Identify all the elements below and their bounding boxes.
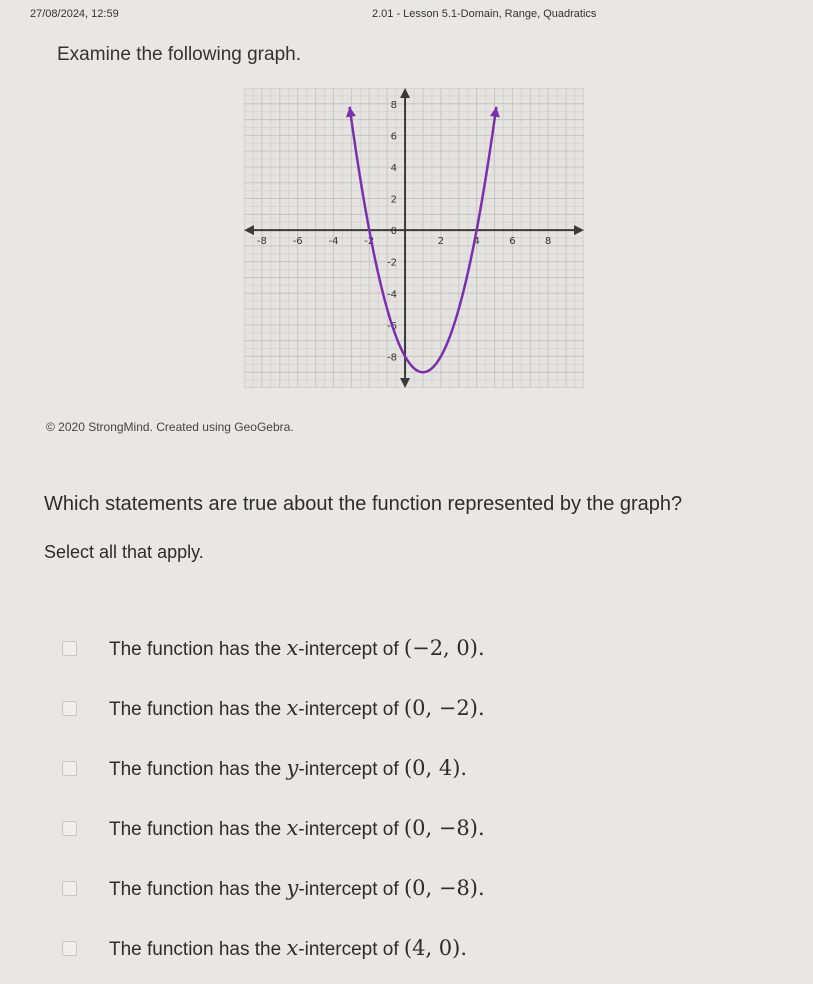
option-1-label: The function has the x-intercept of (−2,… [109, 636, 485, 661]
parabola-graph: -8 -6 -4 -2 2 4 6 8 8 6 4 2 0 -2 -4 -6 -8 [244, 88, 584, 388]
option-4-var: x [286, 815, 299, 840]
y-tick-label: 8 [391, 100, 397, 111]
x-tick-label: 2 [438, 236, 444, 247]
x-tick-label: -8 [257, 236, 267, 247]
y-tick-label: 4 [391, 163, 397, 174]
instruction-text: Select all that apply. [44, 542, 204, 562]
option-1-var: x [286, 635, 299, 660]
option-5-point: (0, −8). [403, 875, 485, 900]
option-6-point: (4, 0). [403, 935, 468, 960]
option-2-label: The function has the x-intercept of (0, … [109, 696, 485, 721]
prompt-text: Examine the following graph. [57, 44, 301, 65]
option-6[interactable]: The function has the x-intercept of (4, … [62, 918, 762, 978]
print-header: 27/08/2024, 12:59 2.01 - Lesson 5.1-Doma… [30, 8, 783, 24]
option-6-label: The function has the x-intercept of (4, … [109, 936, 467, 961]
option-5-checkbox[interactable] [62, 880, 77, 896]
image-credit: © 2020 StrongMind. Created using GeoGebr… [46, 420, 294, 434]
option-3[interactable]: The function has the y-intercept of (0, … [62, 738, 762, 798]
option-1-checkbox[interactable] [62, 640, 77, 656]
option-1[interactable]: The function has the x-intercept of (−2,… [62, 618, 762, 678]
option-3-var: y [286, 755, 299, 780]
option-3-suffix: -intercept of [298, 758, 404, 780]
option-4[interactable]: The function has the x-intercept of (0, … [62, 798, 762, 858]
y-tick-label: -4 [387, 289, 397, 300]
option-4-text: The function has the [109, 818, 287, 840]
option-2-checkbox[interactable] [62, 700, 77, 716]
question-text: Which statements are true about the func… [44, 493, 683, 515]
option-1-suffix: -intercept of [298, 638, 404, 660]
y-tick-label: 0 [391, 226, 397, 237]
option-2[interactable]: The function has the x-intercept of (0, … [62, 678, 762, 738]
option-2-suffix: -intercept of [298, 698, 404, 720]
option-2-var: x [286, 695, 299, 720]
y-tick-label: 6 [391, 131, 397, 142]
option-6-checkbox[interactable] [62, 940, 77, 956]
option-5-suffix: -intercept of [298, 878, 404, 900]
y-tick-label: 2 [391, 195, 397, 206]
option-5-label: The function has the y-intercept of (0, … [109, 876, 485, 901]
option-4-label: The function has the x-intercept of (0, … [109, 816, 485, 841]
option-3-point: (0, 4). [403, 755, 468, 780]
x-tick-label: 8 [545, 236, 551, 247]
print-date: 27/08/2024, 12:59 [30, 8, 119, 20]
y-tick-label: -2 [387, 258, 397, 269]
option-3-checkbox[interactable] [62, 760, 77, 776]
answer-options: The function has the x-intercept of (−2,… [62, 618, 762, 978]
x-tick-label: -4 [328, 236, 338, 247]
lesson-title: 2.01 - Lesson 5.1-Domain, Range, Quadrat… [372, 8, 597, 20]
option-2-point: (0, −2). [403, 695, 485, 720]
option-2-text: The function has the [109, 698, 287, 720]
y-tick-label: -8 [387, 352, 397, 363]
option-6-suffix: -intercept of [298, 938, 404, 960]
option-1-point: (−2, 0). [403, 635, 485, 660]
option-3-label: The function has the y-intercept of (0, … [109, 756, 467, 781]
graph-svg: -8 -6 -4 -2 2 4 6 886420-2-4-6-8 [244, 88, 584, 388]
option-5[interactable]: The function has the y-intercept of (0, … [62, 858, 762, 918]
x-tick-label: -6 [293, 236, 303, 247]
option-4-checkbox[interactable] [62, 820, 77, 836]
x-tick-label: 6 [509, 236, 515, 247]
option-6-text: The function has the [109, 938, 287, 960]
option-6-var: x [286, 935, 299, 960]
option-4-point: (0, −8). [403, 815, 485, 840]
option-4-suffix: -intercept of [298, 818, 404, 840]
option-1-text: The function has the [109, 638, 287, 660]
option-3-text: The function has the [109, 758, 287, 780]
option-5-var: y [286, 875, 299, 900]
option-5-text: The function has the [109, 878, 287, 900]
